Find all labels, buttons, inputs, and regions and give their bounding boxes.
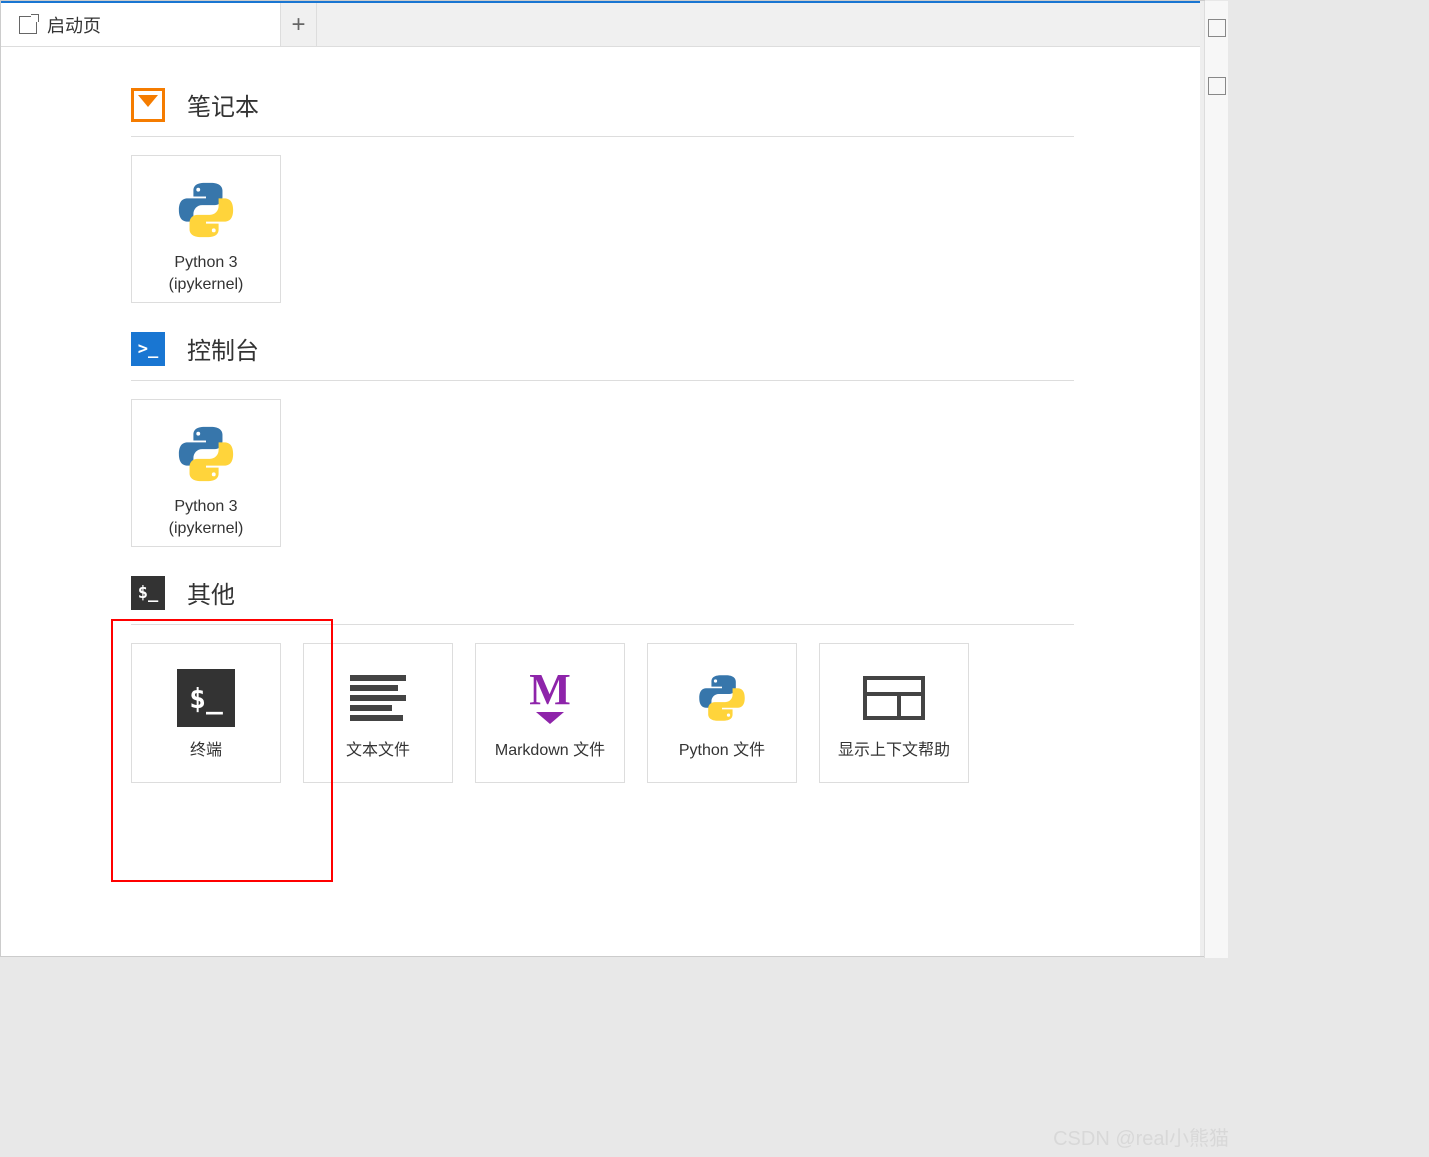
section-header-notebook: 笔记本	[131, 87, 1074, 137]
section-title-other: 其他	[187, 575, 235, 610]
cards-other: $_ 终端 文本文件 M Markdown 文件	[131, 643, 1074, 783]
console-icon: >_	[131, 332, 165, 366]
terminal-header-icon: $_	[131, 576, 165, 610]
notebook-icon	[131, 88, 165, 122]
section-header-console: >_ 控制台	[131, 331, 1074, 381]
python-icon	[175, 418, 237, 490]
launch-icon	[19, 16, 37, 34]
tab-label: 启动页	[47, 12, 101, 38]
markdown-icon: M	[529, 662, 571, 734]
card-terminal[interactable]: $_ 终端	[131, 643, 281, 783]
card-contextual-help[interactable]: 显示上下文帮助	[819, 643, 969, 783]
python-icon	[175, 174, 237, 246]
card-label: Python 文件	[671, 734, 773, 762]
section-header-other: $_ 其他	[131, 575, 1074, 625]
section-notebook: 笔记本 Python 3 (ipykernel)	[131, 87, 1074, 303]
card-label: 终端	[182, 734, 230, 762]
card-text-file[interactable]: 文本文件	[303, 643, 453, 783]
sidebar-icon[interactable]	[1208, 19, 1226, 37]
new-tab-button[interactable]: +	[281, 3, 317, 46]
card-label: Python 3 (ipykernel)	[161, 246, 252, 295]
launcher-window: 启动页 + 笔记本 Python 3 (ipykernel)	[0, 0, 1205, 957]
card-notebook-python3[interactable]: Python 3 (ipykernel)	[131, 155, 281, 303]
panel-icon	[863, 662, 925, 734]
card-console-python3[interactable]: Python 3 (ipykernel)	[131, 399, 281, 547]
card-label: 文本文件	[338, 734, 418, 762]
watermark-text: CSDN @real小熊猫	[1053, 1122, 1229, 1151]
tab-launcher[interactable]: 启动页	[1, 3, 281, 46]
cards-notebook: Python 3 (ipykernel)	[131, 155, 1074, 303]
text-file-icon	[350, 662, 406, 734]
card-label: Python 3 (ipykernel)	[161, 490, 252, 539]
section-title-console: 控制台	[187, 331, 259, 366]
cards-console: Python 3 (ipykernel)	[131, 399, 1074, 547]
card-python-file[interactable]: Python 文件	[647, 643, 797, 783]
terminal-icon: $_	[177, 662, 235, 734]
tab-bar: 启动页 +	[1, 1, 1204, 47]
card-label: Markdown 文件	[487, 734, 613, 762]
python-icon	[696, 662, 748, 734]
plus-icon: +	[291, 11, 305, 39]
section-title-notebook: 笔记本	[187, 87, 259, 122]
card-label: 显示上下文帮助	[830, 734, 958, 762]
section-other: $_ 其他 $_ 终端 文本文件 M	[131, 575, 1074, 783]
launcher-content: 笔记本 Python 3 (ipykernel) >_ 控制台	[1, 47, 1204, 851]
right-sidebar	[1204, 1, 1228, 958]
card-markdown-file[interactable]: M Markdown 文件	[475, 643, 625, 783]
section-console: >_ 控制台 Python 3 (ipykernel)	[131, 331, 1074, 547]
sidebar-icon[interactable]	[1208, 77, 1226, 95]
